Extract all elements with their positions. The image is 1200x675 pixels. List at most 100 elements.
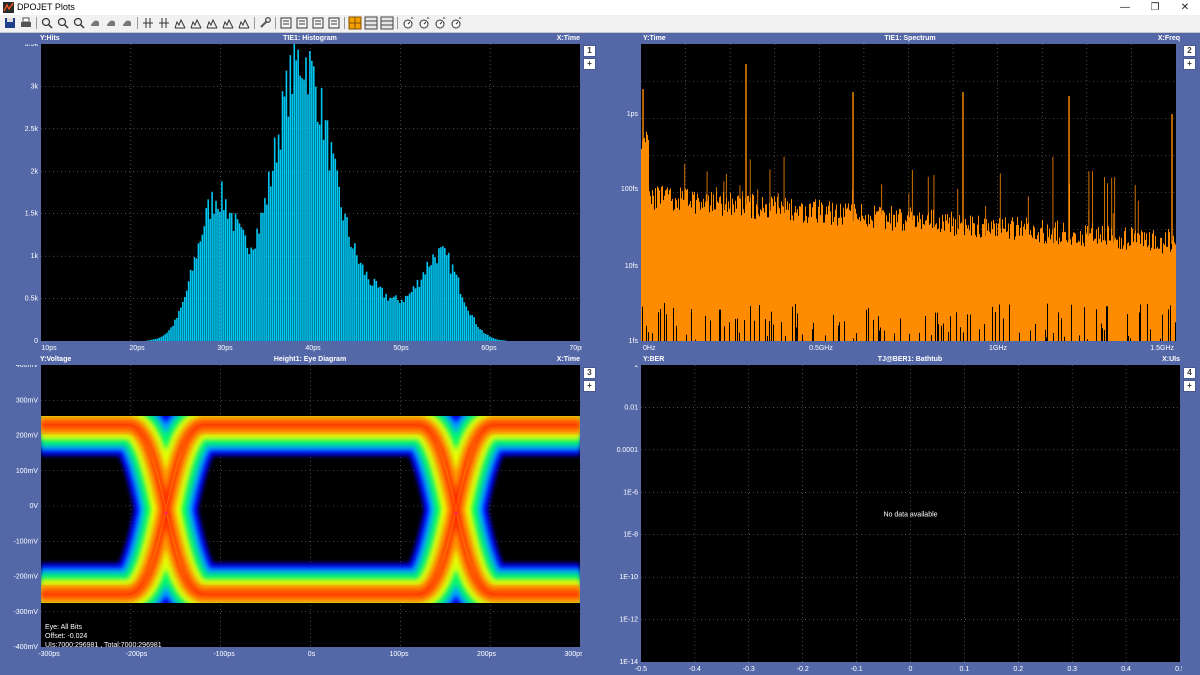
eye-y-tick-label: 300mV xyxy=(16,397,39,404)
histogram-bar xyxy=(225,199,227,341)
histogram-add-button[interactable]: + xyxy=(583,58,596,70)
layout-grid-icon[interactable] xyxy=(348,16,362,30)
marker-3-icon[interactable] xyxy=(205,16,219,30)
spectrum-title: TIE1: Spectrum xyxy=(884,35,936,42)
spectrum-add-button[interactable]: + xyxy=(1183,58,1196,70)
histogram-y-tick-label: 2.5k xyxy=(25,126,39,133)
histogram-plot-number-button[interactable]: 1 xyxy=(583,45,596,57)
histogram-bar xyxy=(504,340,507,341)
histogram-x-axis-label: X:Time xyxy=(556,35,580,42)
histogram-y-tick-label: 3k xyxy=(31,83,39,90)
histogram-bar xyxy=(432,254,434,341)
pan-icon[interactable] xyxy=(88,16,102,30)
histogram-bar xyxy=(242,229,245,341)
save-icon[interactable] xyxy=(3,16,17,30)
pan-left-icon[interactable] xyxy=(104,16,118,30)
marker-4-icon[interactable] xyxy=(221,16,235,30)
eye-diagram-plot[interactable]: 400mV 300mV 200mV 100mV 0V -100mV -200mV -300mV… xyxy=(0,365,582,675)
histogram-x-tick-label: 40ps xyxy=(305,345,321,352)
histogram-bar xyxy=(295,60,297,341)
eye-y-axis-label: Y:Voltage xyxy=(40,356,72,363)
bathtub-x-tick-label: -0.1 xyxy=(851,666,863,673)
spectrum-x-tick-label: 0Hz xyxy=(643,345,656,352)
bathtub-plot[interactable]: 1 0.01 0.0001 1E-6 1E-8 1E-10 1E-12 1E-14-0.5 -0… xyxy=(600,365,1182,675)
cursor-vertical-icon[interactable] xyxy=(141,16,155,30)
layout-split-icon[interactable] xyxy=(380,16,394,30)
histogram-x-tick-label: 10ps xyxy=(41,345,57,352)
zoom-in-icon[interactable] xyxy=(56,16,70,30)
histogram-bar xyxy=(181,301,184,341)
marker-2-icon[interactable] xyxy=(189,16,203,30)
histogram-bar xyxy=(311,60,313,342)
histogram-bar xyxy=(162,335,165,341)
zoom-out-icon[interactable] xyxy=(72,16,86,30)
histogram-bar xyxy=(369,285,372,341)
minimize-button[interactable]: — xyxy=(1110,0,1140,15)
histogram-plot[interactable]: 3.5k 3k 2.5k 2k 1.5k 1k 0.5k 010ps 20ps 30ps 40ps 5… xyxy=(0,44,582,354)
histogram-bar xyxy=(467,310,470,341)
histogram-bar xyxy=(416,279,419,341)
bathtub-plot-number-button[interactable]: 4 xyxy=(1183,367,1196,379)
timer-4-icon[interactable] xyxy=(449,16,463,30)
print-icon[interactable] xyxy=(19,16,33,30)
histogram-bar xyxy=(336,170,339,341)
bathtub-x-tick-label: 0 xyxy=(909,666,913,673)
cursor-horizontal-icon[interactable] xyxy=(157,16,171,30)
zoom-icon[interactable] xyxy=(40,16,54,30)
spectrum-plot[interactable]: 1ps 100fs 10fs 1fs 0Hz 0.5GHz 1GHz 1.5GHz xyxy=(600,44,1182,354)
eye-add-button[interactable]: + xyxy=(583,380,596,392)
histogram-bar xyxy=(252,249,254,341)
close-button[interactable]: ✕ xyxy=(1170,0,1200,15)
marker-1-icon[interactable] xyxy=(173,16,187,30)
eye-y-tick-label: 200mV xyxy=(16,433,39,440)
layout-rows-icon[interactable] xyxy=(364,16,378,30)
toolbar-separator xyxy=(36,17,37,29)
pan-right-icon[interactable] xyxy=(120,16,134,30)
histogram-bar xyxy=(451,264,454,341)
histogram-bar xyxy=(324,120,327,341)
settings-wrench-icon[interactable] xyxy=(258,16,272,30)
histogram-bar xyxy=(164,334,166,341)
bathtub-x-tick-label: 0.4 xyxy=(1121,666,1131,673)
histogram-bar xyxy=(223,210,225,341)
histogram-bar xyxy=(176,317,178,341)
histogram-x-tick-label: 30ps xyxy=(217,345,233,352)
histogram-bar xyxy=(178,310,180,341)
histogram-bar xyxy=(404,295,407,341)
histogram-bar xyxy=(330,142,333,341)
bathtub-add-button[interactable]: + xyxy=(1183,380,1196,392)
histogram-bar xyxy=(496,339,499,341)
histogram-bar xyxy=(399,302,401,341)
bathtub-y-tick-label: 1 xyxy=(634,365,638,369)
timer-1-icon[interactable] xyxy=(401,16,415,30)
histogram-bar xyxy=(316,121,319,341)
toolbar xyxy=(0,15,1200,33)
histogram-bar xyxy=(365,271,368,341)
histogram-bar xyxy=(447,252,450,341)
histogram-bar xyxy=(332,153,335,341)
spectrum-x-tick-label: 1.5GHz xyxy=(1150,345,1174,352)
monitor-icon[interactable] xyxy=(327,16,341,30)
histogram-bar xyxy=(346,217,348,341)
histogram-bar xyxy=(174,319,176,341)
toolbar-separator xyxy=(137,17,138,29)
histogram-bar xyxy=(221,181,223,341)
export-icon[interactable] xyxy=(311,16,325,30)
histogram-bar xyxy=(262,212,264,341)
histogram-bar xyxy=(477,327,479,341)
restore-button[interactable]: ❐ xyxy=(1140,0,1170,15)
eye-plot-number-button[interactable]: 3 xyxy=(583,367,596,379)
histogram-bar xyxy=(217,208,219,341)
histogram-bar xyxy=(215,200,217,341)
histogram-bar xyxy=(406,295,409,341)
histogram-icon[interactable] xyxy=(295,16,309,30)
timer-2-icon[interactable] xyxy=(417,16,431,30)
spectrum-plot-number-button[interactable]: 2 xyxy=(1183,45,1196,57)
marker-5-icon[interactable] xyxy=(237,16,251,30)
histogram-bar xyxy=(498,339,501,341)
table-icon[interactable] xyxy=(279,16,293,30)
histogram-bar xyxy=(408,293,411,341)
toolbar-separator xyxy=(254,17,255,29)
histogram-bar xyxy=(266,204,268,341)
timer-3-icon[interactable] xyxy=(433,16,447,30)
